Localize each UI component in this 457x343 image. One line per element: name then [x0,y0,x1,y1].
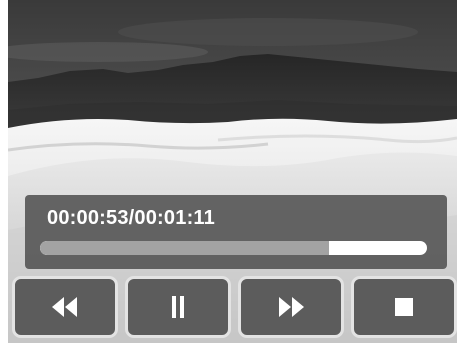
pause-icon [172,296,184,318]
stop-icon [395,298,413,316]
fast-forward-button[interactable] [238,276,344,338]
rewind-button[interactable] [12,276,118,338]
fast-forward-icon [279,297,304,317]
time-display: 00:00:53/00:01:11 [47,207,215,229]
progress-bar-fill [40,241,329,255]
playback-info-panel: 00:00:53/00:01:11 [25,195,447,269]
progress-bar[interactable] [40,241,427,255]
video-frame: 00:00:53/00:01:11 [8,0,457,343]
stop-button[interactable] [351,276,457,338]
playback-controls [12,276,457,341]
rewind-icon [52,297,77,317]
pause-button[interactable] [125,276,231,338]
